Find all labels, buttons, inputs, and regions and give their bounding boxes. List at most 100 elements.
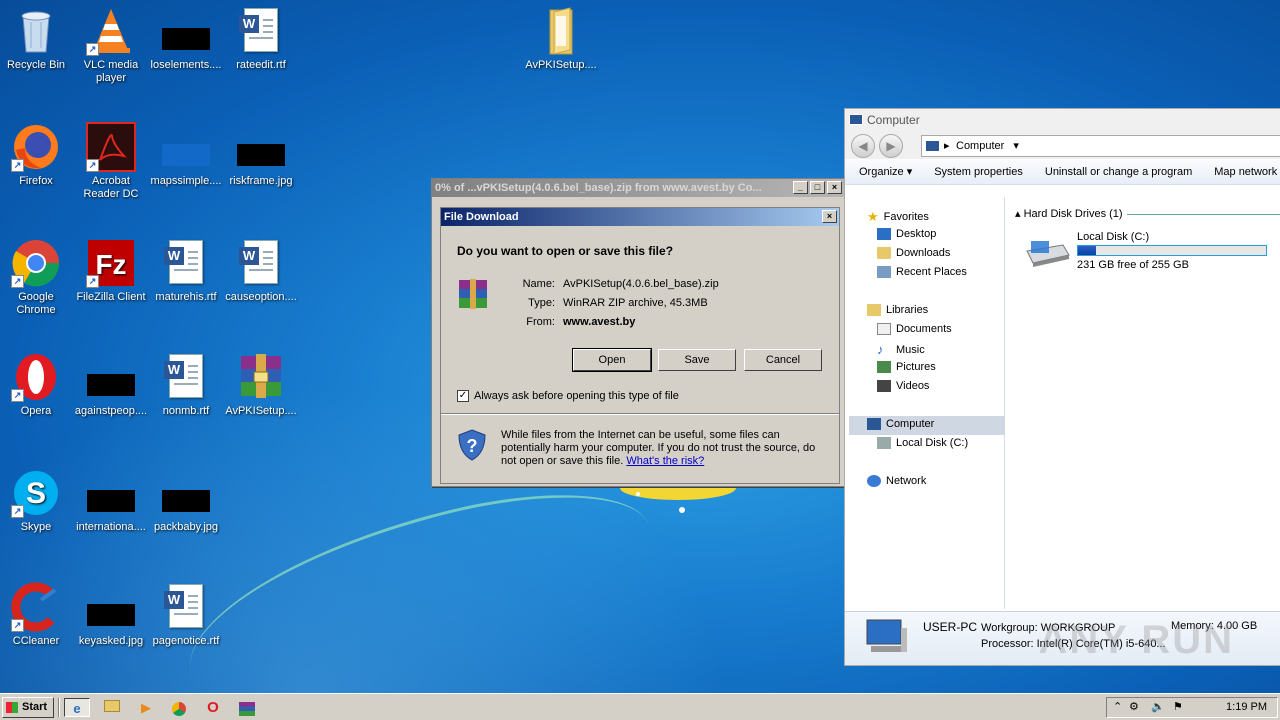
- desktop-icon-firefox[interactable]: ↗ Firefox: [0, 122, 74, 188]
- desktop-icon-file[interactable]: AvPKISetup....: [223, 352, 299, 418]
- desktop-icon-file[interactable]: W nonmb.rtf: [148, 352, 224, 418]
- navigation-pane: ★ Favorites Desktop Downloads Recent Plac…: [849, 197, 1005, 609]
- desktop-icon-chrome[interactable]: ↗ Google Chrome: [0, 238, 74, 317]
- desktop-icon-vlc[interactable]: ↗ VLC media player: [73, 6, 149, 85]
- taskbar-separator: [58, 698, 60, 717]
- desktop-icon-folder[interactable]: AvPKISetup....: [523, 6, 599, 72]
- desktop-icon-file[interactable]: keyasked.jpg: [73, 582, 149, 648]
- map-network-drive-button[interactable]: Map network dri: [1214, 166, 1280, 178]
- nav-item-local-disk[interactable]: Local Disk (C:): [877, 437, 968, 449]
- nav-item-computer[interactable]: Computer: [867, 418, 934, 430]
- music-icon: ♪: [877, 342, 884, 357]
- nav-item-music[interactable]: ♪ Music: [877, 342, 925, 357]
- nav-item-libraries[interactable]: Libraries: [867, 304, 928, 316]
- nav-item-downloads[interactable]: Downloads: [877, 247, 950, 259]
- back-button[interactable]: ◀: [851, 134, 875, 158]
- nav-item-network[interactable]: Network: [867, 475, 926, 487]
- image-thumbnail-icon: [236, 122, 286, 172]
- cancel-button[interactable]: Cancel: [744, 349, 822, 371]
- content-pane: ▴ Hard Disk Drives (1) Local Disk (C:) 2…: [1007, 197, 1280, 609]
- desktop-icon-filezilla[interactable]: Fz ↗ FileZilla Client: [73, 238, 149, 304]
- svg-text:Fz: Fz: [95, 249, 126, 280]
- desktop-icon-file[interactable]: W rateedit.rtf: [223, 6, 299, 72]
- forward-button[interactable]: ▶: [879, 134, 903, 158]
- opera-taskbar-icon[interactable]: O: [200, 698, 226, 717]
- flag-icon[interactable]: ⚑: [1173, 698, 1183, 717]
- desktop-icon-file[interactable]: internationa....: [73, 468, 149, 534]
- drive-usage-bar: [1077, 245, 1267, 256]
- drive-name[interactable]: Local Disk (C:): [1077, 231, 1149, 243]
- desktop-icon-file[interactable]: W maturehis.rtf: [148, 238, 224, 304]
- nav-item-documents[interactable]: Documents: [877, 323, 952, 335]
- word-document-icon: W: [161, 582, 211, 632]
- network-tray-icon[interactable]: ⚙: [1129, 698, 1139, 717]
- system-properties-button[interactable]: System properties: [934, 166, 1023, 178]
- media-player-icon[interactable]: ▶: [133, 698, 159, 717]
- uninstall-program-button[interactable]: Uninstall or change a program: [1045, 166, 1192, 178]
- organize-button[interactable]: Organize ▾: [859, 165, 912, 178]
- breadcrumb-arrow-icon[interactable]: ▸: [944, 136, 950, 156]
- chevron-down-icon[interactable]: ▾: [1013, 140, 1019, 152]
- nav-item-videos[interactable]: Videos: [877, 380, 929, 392]
- nav-item-pictures[interactable]: Pictures: [877, 361, 936, 373]
- clock[interactable]: 1:19 PM: [1226, 698, 1267, 717]
- maximize-button[interactable]: □: [810, 181, 825, 194]
- winrar-icon: [236, 352, 286, 402]
- file-download-dialog: File Download × Do you want to open or s…: [440, 207, 840, 484]
- desktop-icon-label: CCleaner: [12, 635, 60, 647]
- word-document-icon: W: [161, 352, 211, 402]
- chrome-taskbar-icon[interactable]: [166, 698, 192, 717]
- nav-item-desktop[interactable]: Desktop: [877, 228, 936, 240]
- internet-explorer-icon[interactable]: e: [64, 698, 90, 717]
- save-button[interactable]: Save: [658, 349, 736, 371]
- computer-icon: [866, 619, 907, 652]
- desktop-icon-label: mapssimple....: [150, 175, 222, 187]
- desktop-icon-ccleaner[interactable]: ↗ CCleaner: [0, 582, 74, 648]
- desktop-icon-skype[interactable]: S ↗ Skype: [0, 468, 74, 534]
- address-text: Computer: [956, 140, 1005, 152]
- download-window-titlebar[interactable]: 0% of ...vPKISetup(4.0.6.bel_base).zip f…: [432, 179, 844, 197]
- group-divider: [1127, 214, 1280, 215]
- desktop-icon-file[interactable]: riskframe.jpg: [223, 122, 299, 188]
- system-tray: ⌃ ⚙ 🔈 ⚑ 1:19 PM: [1106, 697, 1278, 718]
- drive-usage-fill: [1078, 246, 1096, 255]
- desktop-icon-file[interactable]: mapssimple....: [148, 122, 224, 188]
- security-shield-icon: ?: [458, 429, 486, 461]
- type-label: Type:: [528, 297, 555, 309]
- nav-item-favorites[interactable]: ★ Favorites: [867, 209, 929, 225]
- nav-item-recent-places[interactable]: Recent Places: [877, 266, 967, 278]
- whats-the-risk-link[interactable]: What's the risk?: [626, 455, 704, 467]
- volume-icon[interactable]: 🔈: [1151, 698, 1165, 717]
- open-button[interactable]: Open: [572, 348, 652, 372]
- address-bar[interactable]: ▸ Computer ▾: [921, 135, 1280, 157]
- winrar-taskbar-icon[interactable]: [234, 698, 260, 717]
- dialog-close-button[interactable]: ×: [822, 210, 837, 223]
- minimize-button[interactable]: _: [793, 181, 808, 194]
- filezilla-icon: Fz ↗: [86, 238, 136, 288]
- start-button[interactable]: Start: [2, 697, 54, 718]
- close-button[interactable]: ×: [827, 181, 842, 194]
- always-ask-checkbox[interactable]: ✓: [457, 390, 469, 402]
- shortcut-arrow-icon: ↗: [11, 505, 24, 518]
- explorer-titlebar[interactable]: Computer: [845, 109, 1280, 131]
- desktop-icon-acrobat[interactable]: ↗ Acrobat Reader DC: [73, 122, 149, 201]
- file-download-titlebar[interactable]: File Download ×: [441, 208, 839, 226]
- windows-logo-icon: [6, 702, 18, 713]
- file-download-title: File Download: [444, 211, 519, 223]
- desktop-icon-file[interactable]: packbaby.jpg: [148, 468, 224, 534]
- network-icon: [867, 475, 881, 487]
- desktop-icon-file[interactable]: W causeoption....: [223, 238, 299, 304]
- downloads-folder-icon: [877, 247, 891, 259]
- command-bar: Organize ▾ System properties Uninstall o…: [845, 159, 1280, 185]
- explorer-folder-icon[interactable]: [99, 698, 125, 717]
- wallpaper-flower: [620, 484, 736, 513]
- vlc-icon: ↗: [86, 6, 136, 56]
- show-hidden-icons-icon[interactable]: ⌃: [1113, 698, 1122, 717]
- desktop-icon-label: VLC media player: [83, 59, 139, 84]
- desktop-icon-file[interactable]: loselements....: [148, 6, 224, 72]
- security-warning: While files from the Internet can be use…: [501, 429, 831, 468]
- desktop-icon-recycle-bin[interactable]: Recycle Bin: [0, 6, 74, 72]
- desktop-icon-opera[interactable]: ↗ Opera: [0, 352, 74, 418]
- desktop-icon-file[interactable]: W pagenotice.rtf: [148, 582, 224, 648]
- desktop-icon-file[interactable]: againstpeop....: [73, 352, 149, 418]
